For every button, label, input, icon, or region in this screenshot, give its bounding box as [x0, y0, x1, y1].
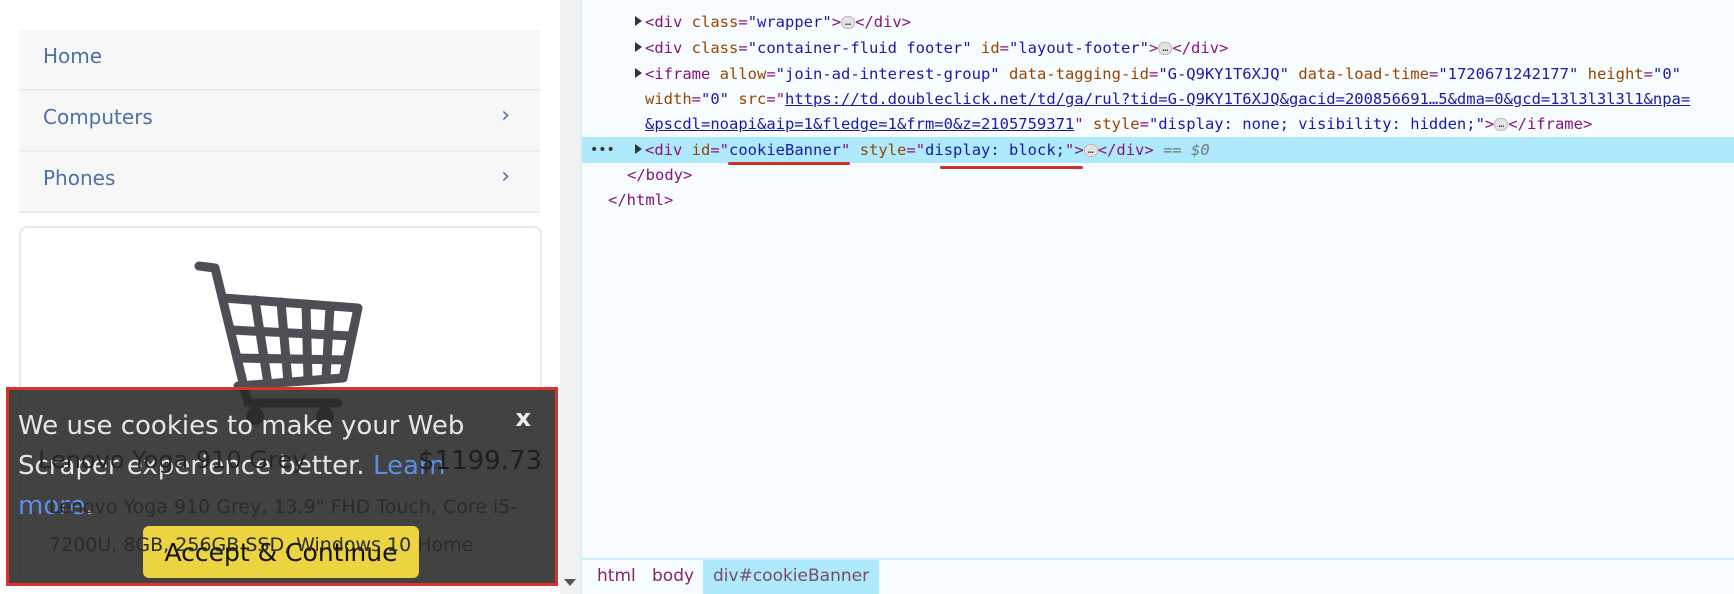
expand-triangle-icon[interactable] [635, 42, 642, 52]
page-scrollbar[interactable] [560, 0, 580, 594]
expand-triangle-icon[interactable] [635, 16, 642, 26]
nav-item-label: Phones [43, 166, 116, 190]
devtools-breadcrumbs: html body div#cookieBanner [582, 558, 1734, 594]
dom-node-footer[interactable]: <div class="container-fluid footer" id="… [635, 36, 1228, 61]
breadcrumb-cookie-banner[interactable]: div#cookieBanner [703, 560, 880, 594]
iframe-src-link[interactable]: https://td.doubleclick.net/td/ga/rul?tid… [785, 90, 1690, 108]
devtools-elements-panel: ••• <div class="wrapper">… </div> <div cl… [580, 0, 1734, 594]
annotation-underline [940, 166, 1083, 169]
nav-item-label: Computers [43, 105, 153, 129]
expand-triangle-icon[interactable] [635, 144, 642, 154]
cookie-banner-id: cookieBanner [729, 141, 841, 159]
nav-item-label: Home [43, 44, 103, 68]
dom-node-wrapper[interactable]: <div class="wrapper">… </div> [635, 10, 911, 35]
dom-node-iframe[interactable]: <iframe allow="join-ad-interest-group" d… [635, 62, 1681, 87]
dom-node-iframe-cont: &pscdl=noapi&aip=1&fledge=1&frm=0&z=2105… [645, 115, 1593, 133]
product-description: Lenovo Yoga 910 Grey, 13.9" FHD Touch, C… [49, 496, 518, 556]
collapsed-ellipsis[interactable]: … [841, 16, 856, 29]
web-page: Home Computers › Phones › We use cookies… [0, 0, 560, 594]
expand-triangle-icon[interactable] [635, 68, 642, 78]
chevron-right-icon: › [501, 103, 510, 128]
collapsed-ellipsis[interactable]: … [1083, 144, 1098, 157]
dom-html-close: </html> [608, 191, 674, 209]
scroll-down-arrow-icon[interactable] [564, 579, 576, 586]
nav-item-phones[interactable]: Phones › [19, 152, 540, 213]
nav-item-home[interactable]: Home [19, 30, 540, 91]
iframe-src-link[interactable]: &pscdl=noapi&aip=1&fledge=1&frm=0&z=2105… [645, 115, 1074, 133]
cookie-banner-style: display: block; [925, 141, 1066, 159]
dom-node-iframe-cont: width="0" src="https://td.doubleclick.ne… [645, 90, 1691, 108]
close-banner-button[interactable]: x [516, 404, 531, 432]
more-actions-icon[interactable]: ••• [590, 137, 615, 163]
product-title[interactable]: Lenovo Yoga 910 Grey [38, 446, 306, 474]
dom-node-cookie-banner[interactable]: <div id="cookieBanner" style="display: b… [635, 138, 1210, 163]
annotation-underline [728, 162, 850, 165]
dom-body-close: </body> [627, 166, 693, 184]
collapsed-ellipsis[interactable]: … [1158, 42, 1173, 55]
collapsed-ellipsis[interactable]: … [1494, 118, 1509, 131]
category-nav: Home Computers › Phones › [19, 30, 540, 213]
breadcrumb-html[interactable]: html [587, 560, 646, 594]
nav-item-computers[interactable]: Computers › [19, 91, 540, 152]
breadcrumb-body[interactable]: body [642, 560, 704, 594]
product-price: $1199.73 [418, 446, 543, 476]
chevron-right-icon: › [501, 164, 510, 189]
